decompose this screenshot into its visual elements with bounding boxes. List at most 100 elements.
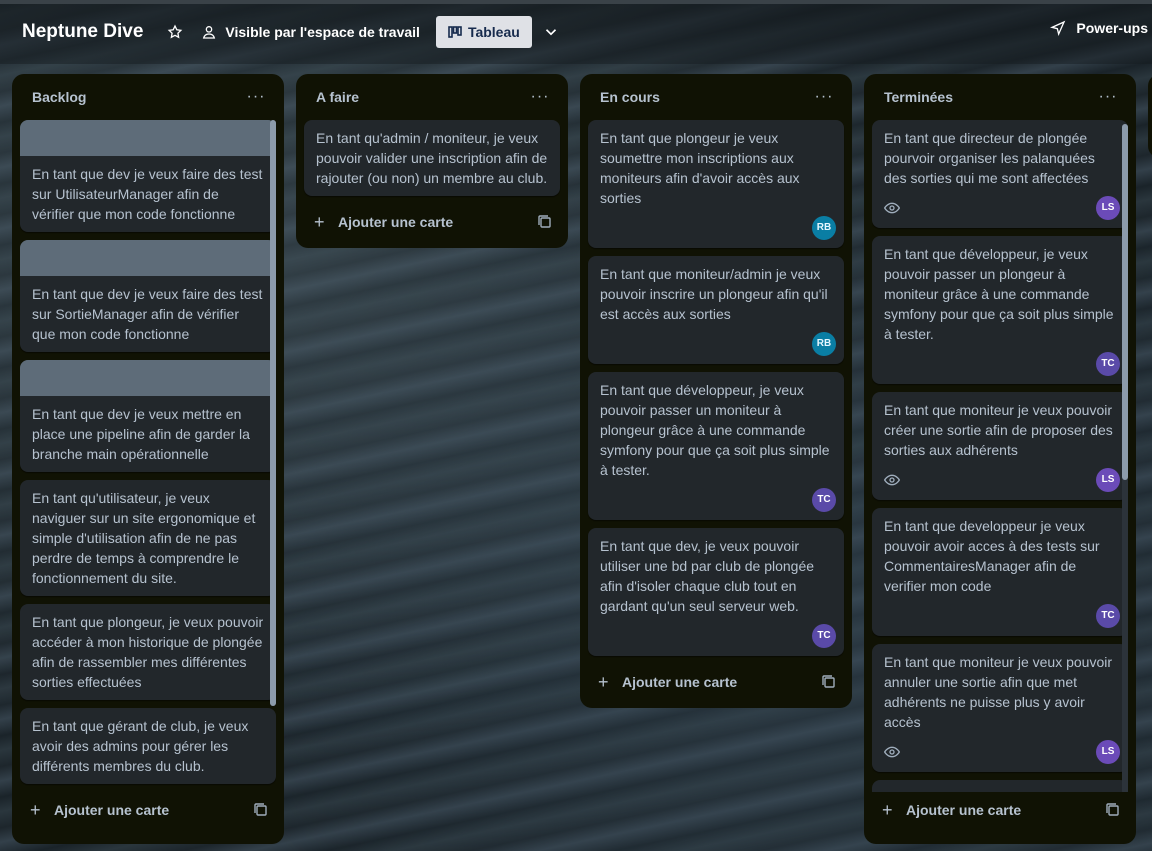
member-avatar[interactable]: RB [812,332,836,356]
card-title: En tant qu'utilisateur, je veux naviguer… [32,490,256,586]
card[interactable]: En tant que directeur de plongée pourvoi… [872,120,1128,228]
board-header: Neptune Dive Visible par l'espace de tra… [0,0,1152,64]
add-card-row: + Ajouter une carte [872,792,1128,828]
card[interactable]: En tant que moniteur je veux pouvoir cré… [872,392,1128,500]
add-card-label: Ajouter une carte [338,214,454,230]
list-header: En cours ··· [588,74,844,120]
star-icon[interactable] [163,20,187,44]
list-header: Terminées ··· [872,74,1128,120]
card-title: En tant que dev, je veux pouvoir utilise… [600,538,815,614]
plus-icon: + [598,671,609,692]
list-title[interactable]: Backlog [32,89,86,105]
plus-icon: + [882,799,893,820]
list-backlog: Backlog ··· En tant que dev je veux fair… [12,74,284,844]
card-cover [20,240,276,276]
card-template-icon[interactable] [538,215,552,229]
card[interactable]: En tant que moniteur je veux pouvoir ann… [872,644,1128,772]
list-scrollbar-thumb[interactable] [1122,124,1128,480]
list-menu-icon[interactable]: ··· [1096,88,1120,106]
add-card-row: + Ajouter une carte [588,664,844,700]
board-view-label: Tableau [467,24,520,40]
card[interactable]: En tant que plongeur pouvoir [872,780,1128,792]
card-title: En tant que dev je veux mettre en place … [32,406,250,462]
card-badges: LS [872,196,1128,228]
list-title[interactable]: Terminées [884,89,953,105]
card[interactable]: En tant que developpeur je veux pouvoir … [872,508,1128,636]
card[interactable]: En tant que dev je veux faire des test s… [20,240,276,352]
list-terminees: Terminées ··· En tant que directeur de p… [864,74,1136,844]
board-title[interactable]: Neptune Dive [22,21,143,43]
board-view-icon [448,26,462,38]
card[interactable]: En tant que développeur, je veux pouvoir… [872,236,1128,384]
card-title: En tant que plongeur pouvoir [872,780,1128,792]
card[interactable]: En tant que dev je veux faire des test s… [20,120,276,232]
card-badges: TC [872,604,1128,636]
list-header: Backlog ··· [20,74,276,120]
card-badges: RB [588,216,844,248]
member-avatar[interactable]: TC [812,624,836,648]
plus-icon: + [30,799,41,820]
workspace-people-icon [203,26,216,39]
watching-eye-icon [884,744,900,760]
member-avatar[interactable]: LS [1096,468,1120,492]
card[interactable]: En tant que dev, je veux pouvoir utilise… [588,528,844,656]
card-title: En tant que moniteur je veux pouvoir ann… [884,654,1113,730]
card[interactable]: En tant que plongeur, je veux pouvoir ac… [20,604,276,700]
add-card-button[interactable]: + Ajouter une carte [882,800,1021,821]
list-menu-icon[interactable]: ··· [528,88,552,106]
list-menu-icon[interactable]: ··· [812,88,836,106]
card-title: En tant que plongeur, je veux pouvoir ac… [32,614,264,690]
card-template-icon[interactable] [822,675,836,689]
member-avatar[interactable]: TC [1096,352,1120,376]
add-card-label: Ajouter une carte [622,674,738,690]
powerups-button[interactable]: Power-ups [1050,20,1148,36]
card[interactable]: En tant que gérant de club, je veux avoi… [20,708,276,784]
member-avatar[interactable]: LS [1096,196,1120,220]
list-a-faire: A faire ··· En tant qu'admin / moniteur,… [296,74,568,248]
card[interactable]: En tant que moniteur/admin je veux pouvo… [588,256,844,364]
card[interactable]: En tant que dev je veux mettre en place … [20,360,276,472]
member-avatar[interactable]: TC [1096,604,1120,628]
board-view-button[interactable]: Tableau [435,16,532,48]
list-cards-area[interactable]: En tant que directeur de plongée pourvoi… [872,120,1128,792]
member-avatar[interactable]: TC [812,488,836,512]
list-title[interactable]: En cours [600,89,660,105]
card-title: En tant que moniteur/admin je veux pouvo… [600,266,828,322]
card-badges: LS [872,468,1128,500]
add-card-row: + Ajouter une carte [20,792,276,828]
add-card-button[interactable]: + Ajouter une carte [30,800,169,821]
next-list-edge[interactable] [1148,74,1152,158]
card-template-icon[interactable] [254,803,268,817]
card-title: En tant que plongeur je veux soumettre m… [600,130,800,206]
card[interactable]: En tant qu'admin / moniteur, je veux pou… [304,120,560,196]
list-cards-area[interactable]: En tant que dev je veux faire des test s… [20,120,276,792]
plus-icon: + [314,211,325,232]
card-title: En tant qu'admin / moniteur, je veux pou… [316,130,548,186]
member-avatar[interactable]: RB [812,216,836,240]
card[interactable]: En tant que développeur, je veux pouvoir… [588,372,844,520]
visibility-button[interactable]: Visible par l'espace de travail [201,24,420,40]
list-menu-icon[interactable]: ··· [244,88,268,106]
card-badges: LS [872,740,1128,772]
card-template-icon[interactable] [1106,803,1120,817]
card-cover [20,360,276,396]
card-badges: TC [872,352,1128,384]
add-card-button[interactable]: + Ajouter une carte [598,672,737,693]
card-badges: RB [588,332,844,364]
view-switcher-chevron-icon[interactable] [542,23,560,41]
list-scrollbar[interactable] [1122,124,1128,792]
card[interactable]: En tant qu'utilisateur, je veux naviguer… [20,480,276,596]
list-scrollbar[interactable] [270,120,276,706]
card-title: En tant que developpeur je veux pouvoir … [884,518,1100,594]
card-cover [20,120,276,156]
card-title: En tant que moniteur je veux pouvoir cré… [884,402,1113,458]
card-title: En tant que développeur, je veux pouvoir… [884,246,1114,342]
list-title[interactable]: A faire [316,89,359,105]
list-en-cours: En cours ··· En tant que plongeur je veu… [580,74,852,708]
list-header: A faire ··· [304,74,560,120]
list-scrollbar-thumb[interactable] [270,120,276,706]
card[interactable]: En tant que plongeur je veux soumettre m… [588,120,844,248]
add-card-button[interactable]: + Ajouter une carte [314,212,453,233]
add-card-label: Ajouter une carte [54,802,170,818]
member-avatar[interactable]: LS [1096,740,1120,764]
